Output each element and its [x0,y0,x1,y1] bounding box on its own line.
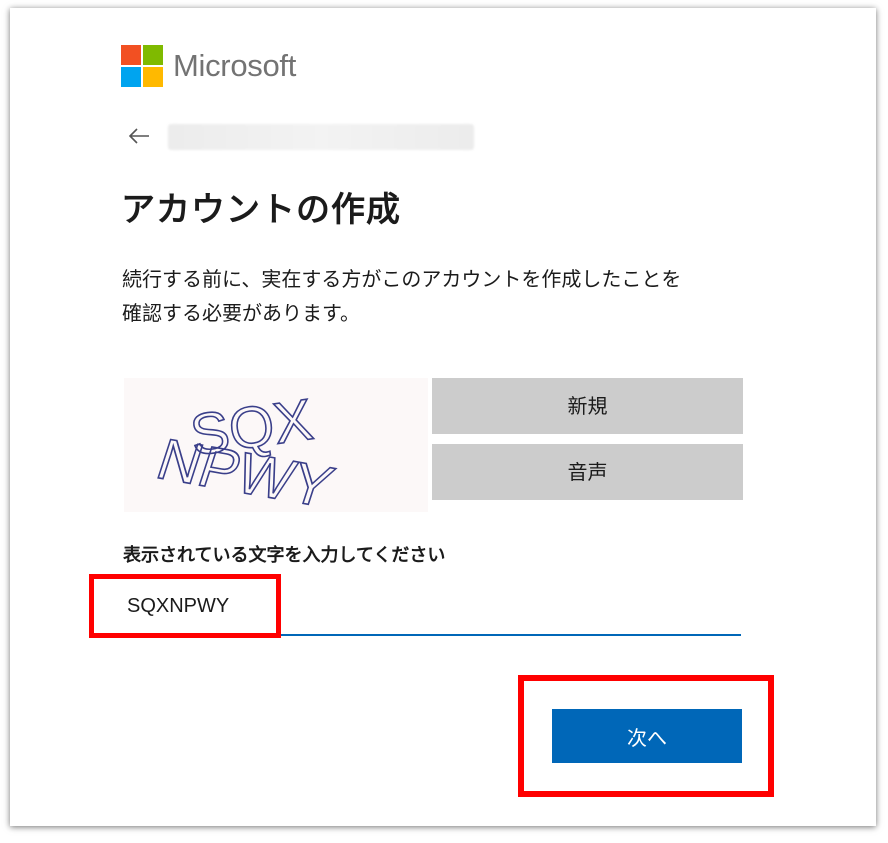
highlight-box-next [518,675,774,797]
logo-text: Microsoft [173,48,297,83]
description-line-2: 確認する必要があります。 [122,301,360,325]
captcha-new-button[interactable]: 新規 [432,378,743,434]
highlight-box-input [89,574,281,638]
page-description: 続行する前に、実在する方がこのアカウントを作成したことを 確認する必要があります… [122,262,742,330]
captcha-field-label: 表示されている文字を入力してください [123,545,446,566]
description-line-1: 続行する前に、実在する方がこのアカウントを作成したことを [122,267,682,291]
arrow-left-icon[interactable] [128,125,156,150]
microsoft-logo: Microsoft [121,45,296,87]
back-row [128,124,474,150]
captcha-image: SQX NPWY [124,378,428,520]
page-title: アカウントの作成 [121,190,401,230]
account-email-redacted [168,124,474,150]
microsoft-logo-icon [121,45,163,87]
captcha-audio-button[interactable]: 音声 [432,444,743,500]
